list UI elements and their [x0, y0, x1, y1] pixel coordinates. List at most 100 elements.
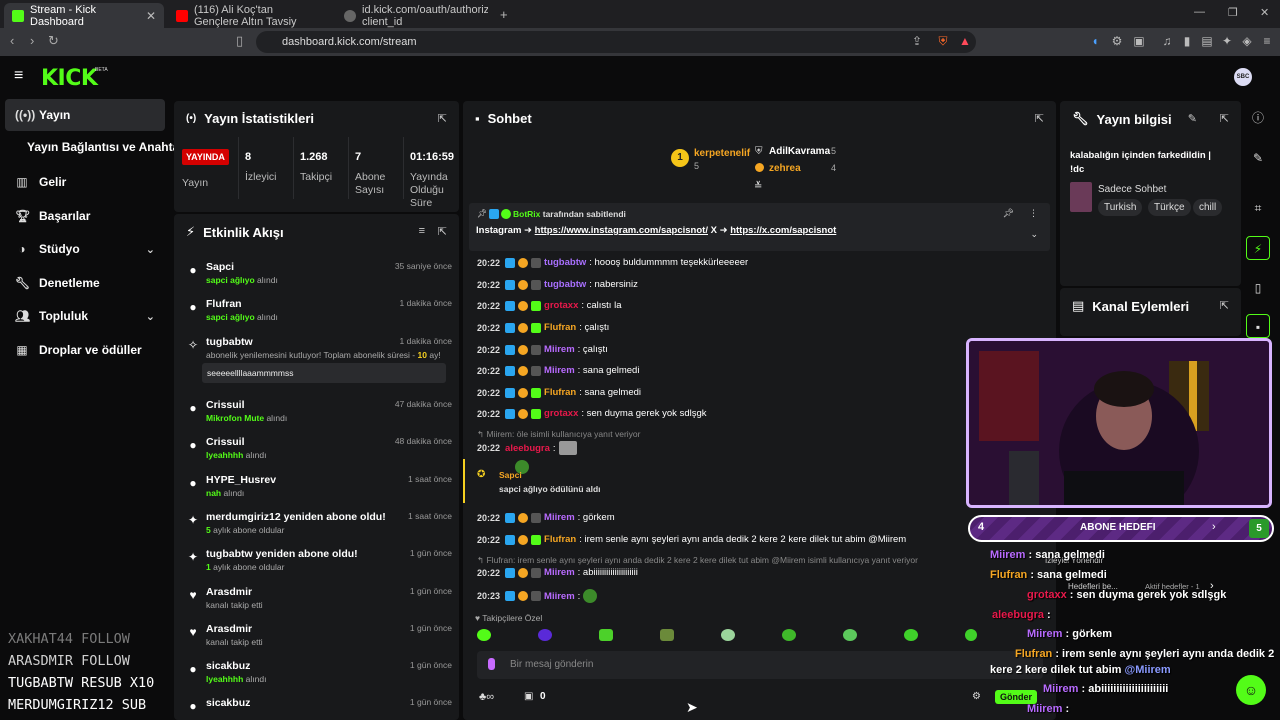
wallet-icon[interactable]: ▤: [1200, 34, 1214, 48]
reload-icon[interactable]: ↻: [48, 33, 59, 49]
brave-shield-icon[interactable]: ⛨: [936, 34, 950, 48]
sidebar-item-yayin[interactable]: ((•)) Yayın: [5, 99, 165, 131]
close-window-icon[interactable]: ✕: [1260, 6, 1269, 19]
tag[interactable]: chill: [1193, 199, 1223, 216]
chat-message[interactable]: 20:22 Miirem: abiiiiiiiiiiiiiiiiiiiii: [477, 567, 638, 578]
ai-icon[interactable]: ✦: [1220, 34, 1234, 48]
tab-oauth[interactable]: id.kick.com/oauth/authorize?client_id: [336, 3, 496, 28]
points-icon[interactable]: ♣∞: [479, 691, 494, 703]
emote-icon[interactable]: [965, 629, 977, 641]
msg-user[interactable]: aleebugra: [505, 443, 550, 454]
category-name[interactable]: Sadece Sohbet: [1098, 184, 1166, 195]
msg-user[interactable]: tugbabtw: [544, 279, 586, 290]
bolt-icon[interactable]: ⚡︎: [1246, 236, 1270, 260]
settings-gear-icon[interactable]: ⚙: [972, 691, 981, 702]
chat-message[interactable]: 20:22 Flufran: çalıştı: [477, 322, 609, 333]
msg-user[interactable]: Flufran: [544, 534, 576, 545]
chat-message[interactable]: 20:23 Miirem:: [477, 589, 598, 603]
forward-icon[interactable]: ›: [30, 33, 34, 48]
new-tab-icon[interactable]: +: [500, 7, 508, 22]
vpn-icon[interactable]: ◈: [1240, 34, 1254, 48]
chat-message[interactable]: 20:22 tugbabtw: hoooş buldummmm teşekkürl…: [477, 257, 748, 268]
x-link[interactable]: https://x.com/sapcisnot: [730, 225, 836, 236]
chat-message[interactable]: 20:22 Flufran: irem senle aynı şeyleri ay…: [477, 534, 906, 545]
chat-message[interactable]: 20:22 Miirem: çalıştı: [477, 344, 608, 355]
rewards-icon[interactable]: ▲: [958, 34, 972, 48]
tab-capture-icon[interactable]: ▣: [1132, 34, 1146, 48]
chat-bubble-icon[interactable]: ▪: [1246, 314, 1270, 338]
send-button[interactable]: Gönder: [995, 690, 1038, 704]
music-icon[interactable]: ♫: [1160, 34, 1174, 48]
hamburger-menu-icon[interactable]: ≡: [14, 67, 23, 85]
chevron-down-icon[interactable]: ⌄: [1030, 229, 1038, 240]
sidebar-item-gelir[interactable]: ▥ Gelir: [5, 166, 165, 198]
tab-kick-dashboard[interactable]: Stream - Kick Dashboard ✕: [4, 3, 164, 28]
instagram-link[interactable]: https://www.instagram.com/sapcisnot/: [535, 225, 708, 236]
chat-message[interactable]: 20:22 Miirem: görkem: [477, 512, 615, 523]
leader-name[interactable]: kerpetenelif: [694, 148, 750, 159]
extension-icon[interactable]: ⚙: [1110, 34, 1124, 48]
sidebar-subitem-stream-key[interactable]: Yayın Bağlantısı ve Anahtarı: [27, 140, 187, 154]
popout-icon[interactable]: ⇱: [1035, 112, 1044, 125]
emote-icon[interactable]: [782, 629, 796, 641]
avatar[interactable]: SBC: [1234, 68, 1252, 86]
msg-user[interactable]: Miirem: [544, 567, 575, 578]
msg-user[interactable]: Miirem: [544, 512, 575, 523]
url-field[interactable]: dashboard.kick.com/stream: [256, 31, 976, 53]
chat-message[interactable]: 20:22 grotaxx: sen duyma gerek yok sdlşgk: [477, 408, 707, 419]
tag[interactable]: Turkish: [1098, 199, 1143, 216]
popout-icon[interactable]: ⇱: [1220, 299, 1229, 312]
emote-icon[interactable]: [904, 629, 918, 641]
msg-user[interactable]: tugbabtw: [544, 257, 586, 268]
sidebar-item-basarilar[interactable]: 🏆︎ Başarılar: [5, 200, 165, 232]
emote-icon[interactable]: [599, 629, 613, 641]
chat-message[interactable]: 20:22 grotaxx: calıstı la: [477, 300, 621, 311]
emote-icon[interactable]: [660, 629, 674, 641]
sidebar-item-denetleme[interactable]: 🔧︎ Denetleme: [5, 267, 165, 299]
more-options-icon[interactable]: ⋮: [1029, 208, 1038, 219]
mic-icon[interactable]: [488, 658, 495, 670]
popout-icon[interactable]: ⇱: [438, 112, 447, 125]
emote-icon[interactable]: [538, 629, 552, 641]
msg-user[interactable]: grotaxx: [544, 408, 578, 419]
crop-icon[interactable]: ⌗: [1246, 196, 1270, 220]
msg-user[interactable]: Flufran: [544, 322, 576, 333]
chat-input[interactable]: Bir mesaj gönderin: [477, 651, 1043, 679]
tag[interactable]: Türkçe: [1148, 199, 1191, 216]
bookmark-icon[interactable]: ▯: [236, 33, 243, 49]
sidebar-item-studyo[interactable]: ◑ Stüdyo ⌄: [5, 233, 165, 265]
kick-logo[interactable]: KICK: [41, 66, 98, 91]
expand-leaderboard-icon[interactable]: ≚: [754, 181, 762, 192]
msg-user[interactable]: Miirem: [544, 344, 575, 355]
msg-user[interactable]: Miirem: [544, 591, 575, 602]
unpin-icon[interactable]: 📌︎: [1003, 208, 1014, 219]
chat-message[interactable]: 20:22 tugbabtw: nabersiniz: [477, 279, 638, 290]
msg-user[interactable]: grotaxx: [544, 300, 578, 311]
emote-icon[interactable]: [843, 629, 857, 641]
chat-message[interactable]: 20:22 Flufran: sana gelmedi: [477, 387, 641, 398]
info-icon[interactable]: ⓘ: [1246, 106, 1270, 130]
edit-icon[interactable]: ✎: [1246, 146, 1270, 170]
tab-youtube[interactable]: (116) Ali Koç'tan Gençlere Altın Tavsiy: [168, 3, 333, 28]
popout-icon[interactable]: ⇱: [1220, 112, 1229, 125]
leader-name[interactable]: zehrea: [769, 163, 801, 174]
close-tab-icon[interactable]: ✕: [146, 9, 156, 23]
document-icon[interactable]: ▯: [1246, 276, 1270, 300]
chat-message[interactable]: 20:22 aleebugra:: [477, 441, 577, 455]
edit-icon[interactable]: ✎: [1188, 112, 1197, 125]
sidebar-item-topluluk[interactable]: 👥︎ Topluluk ⌄: [5, 300, 165, 332]
reward-user[interactable]: Sapci: [499, 470, 522, 480]
emote-icon[interactable]: [721, 629, 735, 641]
back-icon[interactable]: ‹: [10, 33, 14, 48]
sidebar-toggle-icon[interactable]: ▮: [1180, 34, 1194, 48]
leader-name[interactable]: AdilKavrama: [769, 146, 830, 157]
popout-icon[interactable]: ⇱: [438, 225, 447, 238]
share-icon[interactable]: ⇪: [910, 34, 924, 48]
filter-icon[interactable]: ≡: [419, 225, 425, 237]
msg-user[interactable]: Flufran: [544, 387, 576, 398]
help-chat-icon[interactable]: ☺: [1236, 675, 1266, 705]
gift-icon[interactable]: ▣: [524, 691, 533, 702]
audio-icon[interactable]: ◖: [1088, 34, 1102, 48]
chat-message[interactable]: 20:22 Miirem: sana gelmedi: [477, 365, 639, 376]
minimize-icon[interactable]: —: [1194, 6, 1205, 18]
